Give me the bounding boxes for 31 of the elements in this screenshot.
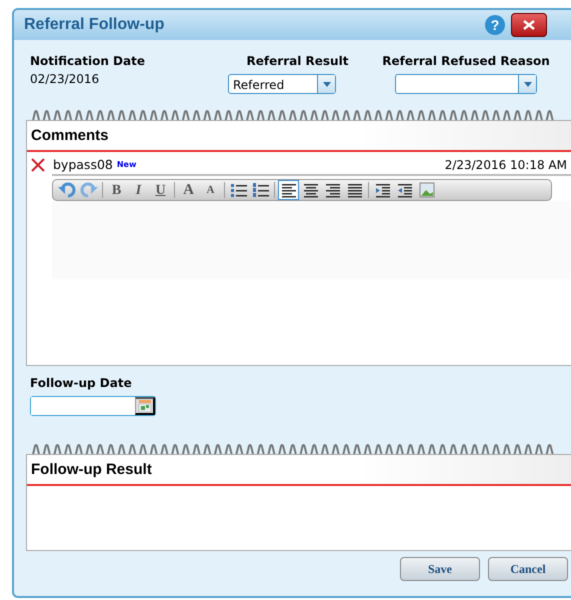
- undo-icon[interactable]: [56, 180, 77, 200]
- caret-icon: [524, 82, 532, 86]
- dropdown[interactable]: Referred: [228, 74, 336, 94]
- dropdown[interactable]: [395, 74, 537, 94]
- close-icon: [523, 20, 535, 30]
- dialog-button[interactable]: Cancel: [488, 556, 568, 581]
- comment-timestamp: 2/23/2016 10:18 AM: [444, 156, 567, 174]
- underline-button[interactable]: U: [150, 180, 171, 200]
- help-button[interactable]: ?: [485, 15, 505, 35]
- close-button[interactable]: [511, 13, 547, 37]
- new-label: New: [116, 158, 136, 171]
- align-left-icon[interactable]: [278, 180, 299, 200]
- shrink-font-button[interactable]: A: [200, 180, 221, 200]
- panel-title: Follow-up Result: [27, 455, 571, 486]
- grow-font-button[interactable]: A: [178, 180, 199, 200]
- panel-title: Comments: [27, 121, 571, 152]
- field-label: Notification Date: [30, 53, 146, 70]
- window-title: Referral Follow-up: [24, 15, 164, 35]
- dialog-button[interactable]: Save: [400, 556, 480, 581]
- comment-author: bypass08: [53, 156, 113, 174]
- field-value: 02/23/2016: [30, 71, 100, 88]
- field-label: Referral Result: [246, 53, 348, 70]
- date-picker[interactable]: [30, 396, 156, 416]
- field-label: Referral Refused Reason: [382, 53, 550, 70]
- caret-icon: [322, 82, 330, 86]
- italic-button[interactable]: I: [128, 180, 149, 200]
- redo-icon[interactable]: [78, 180, 99, 200]
- field-label: Follow-up Date: [30, 375, 133, 392]
- delete-icon[interactable]: [31, 158, 45, 172]
- bold-button[interactable]: B: [106, 180, 127, 200]
- calendar-button[interactable]: [135, 397, 155, 416]
